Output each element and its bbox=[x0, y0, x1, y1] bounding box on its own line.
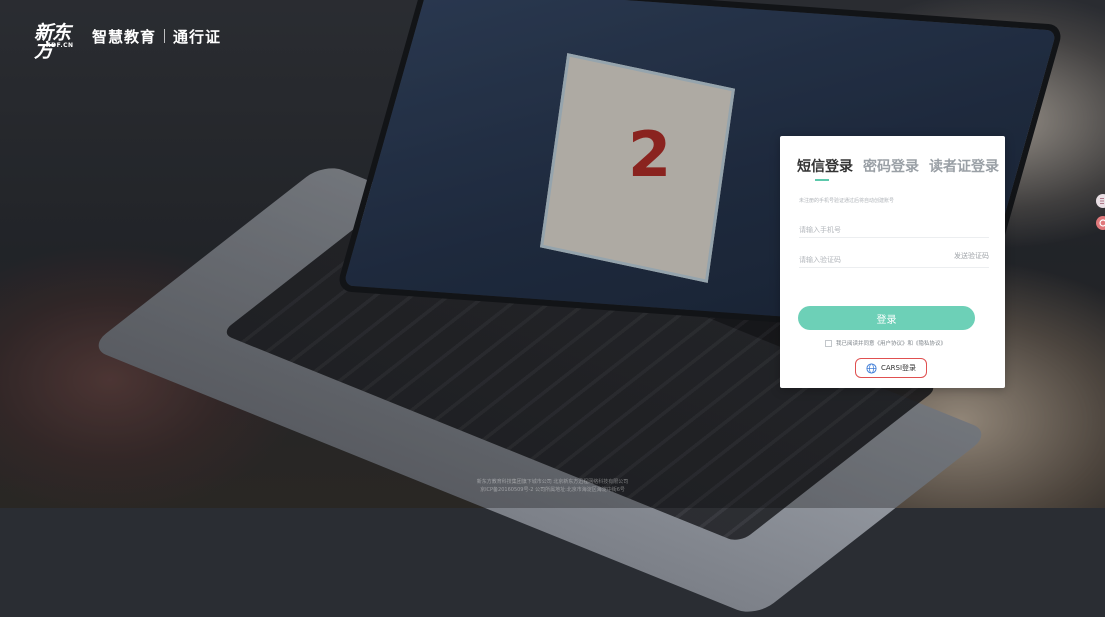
brand-name: 智慧教育 bbox=[92, 27, 157, 46]
login-tabs: 短信登录 密码登录 读者证登录 bbox=[797, 156, 1009, 176]
code-input[interactable] bbox=[799, 251, 919, 269]
menu-icon bbox=[1100, 198, 1104, 204]
pass-label: 通行证 bbox=[173, 27, 222, 46]
globe-icon bbox=[866, 362, 877, 374]
gear-icon bbox=[1099, 219, 1105, 227]
register-hint: 未注册的手机号验证通过后将自动创建账号 bbox=[799, 198, 895, 204]
code-field: 发送验证码 bbox=[799, 247, 989, 269]
phone-input[interactable] bbox=[799, 221, 919, 239]
footer-icp: 京ICP备20160509号-2 公司所属地址:北京市海淀区海淀中街6号 bbox=[480, 487, 625, 493]
tab-password-login[interactable]: 密码登录 bbox=[863, 156, 919, 176]
tab-reader-card-login[interactable]: 读者证登录 bbox=[929, 156, 999, 176]
brand-sub: XDF.CN bbox=[46, 42, 74, 49]
send-code-button[interactable]: 发送验证码 bbox=[954, 251, 989, 261]
header-logo[interactable]: 新东方 XDF.CN 智慧教育 通行证 bbox=[34, 24, 222, 61]
side-float-icon[interactable] bbox=[1096, 216, 1105, 230]
phone-field bbox=[799, 217, 989, 239]
logo-divider bbox=[164, 29, 166, 43]
agreement-checkbox[interactable] bbox=[825, 339, 832, 347]
tab-sms-login[interactable]: 短信登录 bbox=[797, 156, 853, 176]
login-card: 短信登录 密码登录 读者证登录 未注册的手机号验证通过后将自动创建账号 发送验证… bbox=[780, 136, 1005, 388]
carsi-login-label: CARSI登录 bbox=[880, 364, 917, 372]
agreement-row: 我已阅读并同意《用户协议》和《隐私协议》 bbox=[825, 339, 946, 347]
login-button[interactable]: 登录 bbox=[798, 306, 975, 330]
footer-company: 新东方教育科技集团旗下城市公司 北京新东方迅程网络科技有限公司 bbox=[476, 479, 629, 485]
carsi-login-button[interactable]: CARSI登录 bbox=[855, 358, 927, 378]
agreement-text[interactable]: 我已阅读并同意《用户协议》和《隐私协议》 bbox=[836, 339, 946, 347]
brand-logo: 新东方 XDF.CN bbox=[34, 24, 86, 61]
active-tab-indicator bbox=[815, 179, 829, 181]
side-float-icon[interactable] bbox=[1096, 194, 1105, 208]
